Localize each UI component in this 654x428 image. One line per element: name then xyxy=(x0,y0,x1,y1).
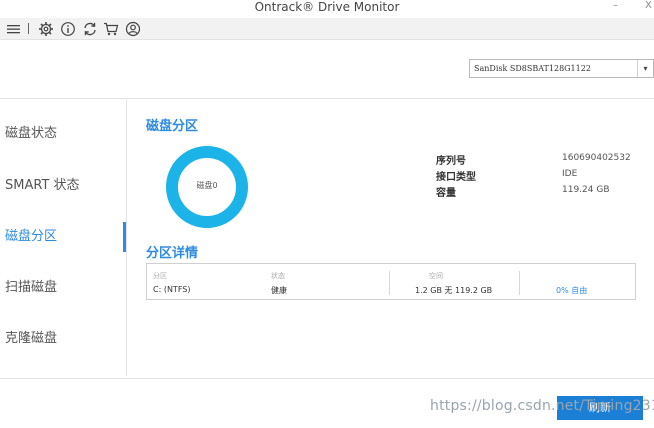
serial-label: 序列号 xyxy=(436,156,466,167)
partition-free-percent: 0% 自由 xyxy=(556,286,588,295)
user-icon[interactable] xyxy=(125,21,141,37)
partition-table: 分区 状态 空间 C: (NTFS) 健康 1.2 GB 无 119.2 GB … xyxy=(146,263,636,300)
close-button[interactable]: X xyxy=(645,0,652,12)
minimize-button[interactable]: – xyxy=(613,0,618,12)
details-section-title: 分区详情 xyxy=(146,246,199,261)
sidebar-item-disk-partition[interactable]: 磁盘分区 xyxy=(5,227,123,247)
sidebar-item-scan-disk[interactable]: 扫描磁盘 xyxy=(5,278,123,298)
window-title: Ontrack® Drive Monitor xyxy=(254,0,400,14)
header-status: 状态 xyxy=(271,272,285,280)
cart-icon[interactable] xyxy=(103,21,119,37)
menu-icon[interactable] xyxy=(6,21,22,37)
drive-select-value: SanDisk SD8SBAT128G1122 xyxy=(474,64,591,73)
watermark: https://blog.csdn.net/Timing231 xyxy=(430,398,654,414)
refresh-icon[interactable] xyxy=(82,21,98,37)
sidebar-item-disk-status[interactable]: 磁盘状态 xyxy=(5,124,123,144)
chevron-down-icon[interactable]: ▾ xyxy=(637,60,653,77)
toolbar xyxy=(0,18,654,40)
title-bar: Ontrack® Drive Monitor – X xyxy=(0,0,654,16)
toolbar-separator xyxy=(28,23,29,34)
partition-name: C: (NTFS) xyxy=(153,285,191,294)
sidebar-item-smart-status[interactable]: SMART 状态 xyxy=(5,176,123,196)
partition-section-title: 磁盘分区 xyxy=(146,119,199,134)
app-window: Ontrack® Drive Monitor – X SanDisk SD8SB… xyxy=(0,0,654,428)
column-divider xyxy=(519,271,520,295)
sidebar-divider xyxy=(126,100,127,376)
gear-icon[interactable] xyxy=(38,21,54,37)
info-icon[interactable] xyxy=(60,21,76,37)
interface-value: IDE xyxy=(562,169,578,179)
drive-select[interactable]: SanDisk SD8SBAT128G1122 ▾ xyxy=(469,59,654,78)
header-divider xyxy=(0,98,654,99)
sidebar-item-clone-disk[interactable]: 克隆磁盘 xyxy=(5,329,123,349)
serial-value: 160690402532 xyxy=(562,153,631,163)
interface-label: 接口类型 xyxy=(436,172,476,183)
column-divider xyxy=(389,271,390,295)
disk-label: 磁盘0 xyxy=(196,181,218,190)
header-space: 空间 xyxy=(429,272,443,280)
partition-space: 1.2 GB 无 119.2 GB xyxy=(415,286,493,295)
capacity-value: 119.24 GB xyxy=(562,185,610,195)
footer-divider xyxy=(0,378,654,379)
capacity-label: 容量 xyxy=(436,188,456,199)
partition-status: 健康 xyxy=(271,286,287,295)
header-partition: 分区 xyxy=(153,272,167,280)
